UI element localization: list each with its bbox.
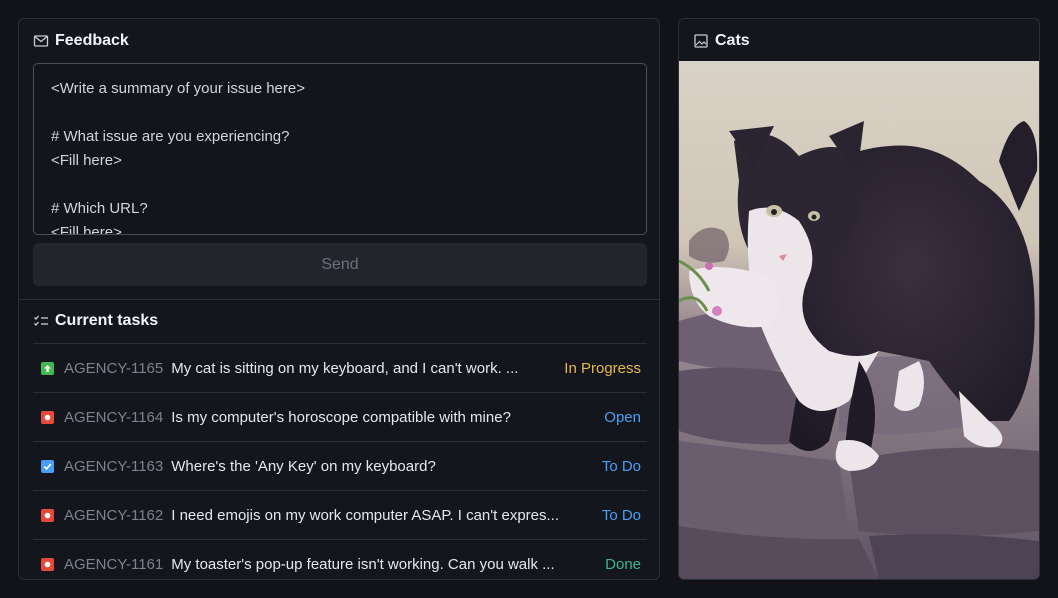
task-key: AGENCY-1164 <box>64 408 164 426</box>
cat-photo <box>679 61 1039 579</box>
bug-icon <box>41 508 54 522</box>
cats-panel: Cats <box>678 18 1040 580</box>
tasks-title: Current tasks <box>55 312 159 329</box>
task-list: AGENCY-1165 My cat is sitting on my keyb… <box>33 343 647 579</box>
bug-icon <box>41 410 54 424</box>
task-status: Open <box>604 408 641 426</box>
arrow-up-icon <box>41 361 54 375</box>
task-status: Done <box>605 555 641 573</box>
checklist-icon <box>34 315 48 326</box>
task-key: AGENCY-1163 <box>64 457 164 475</box>
mail-icon <box>33 35 49 47</box>
send-button[interactable]: Send <box>33 243 647 286</box>
task-status: In Progress <box>564 359 641 377</box>
cats-title: Cats <box>715 32 750 49</box>
task-key: AGENCY-1161 <box>64 555 164 573</box>
task-title[interactable]: Where's the 'Any Key' on my keyboard? <box>171 458 588 475</box>
task-title[interactable]: Is my computer's horoscope compatible wi… <box>171 409 590 426</box>
feedback-header: Feedback <box>33 31 129 51</box>
task-key: AGENCY-1165 <box>64 359 164 377</box>
divider <box>19 299 659 300</box>
task-title[interactable]: I need emojis on my work computer ASAP. … <box>171 507 588 524</box>
task-row[interactable]: AGENCY-1165 My cat is sitting on my keyb… <box>33 343 647 392</box>
task-row[interactable]: AGENCY-1164 Is my computer's horoscope c… <box>33 392 647 441</box>
task-title[interactable]: My toaster's pop-up feature isn't workin… <box>171 556 591 573</box>
task-title[interactable]: My cat is sitting on my keyboard, and I … <box>171 360 550 377</box>
task-row[interactable]: AGENCY-1162 I need emojis on my work com… <box>33 490 647 539</box>
task-status: To Do <box>601 506 641 524</box>
feedback-panel: Feedback <Write a summary of your issue … <box>18 18 660 580</box>
cats-header: Cats <box>693 31 750 51</box>
image-icon <box>694 34 708 48</box>
task-row[interactable]: AGENCY-1163 Where's the 'Any Key' on my … <box>33 441 647 490</box>
feedback-title: Feedback <box>55 32 129 49</box>
bug-icon <box>41 557 54 571</box>
task-key: AGENCY-1162 <box>64 506 164 524</box>
feedback-textarea[interactable]: <Write a summary of your issue here> # W… <box>33 63 647 235</box>
task-row[interactable]: AGENCY-1161 My toaster's pop-up feature … <box>33 539 647 579</box>
tasks-header: Current tasks <box>33 311 158 331</box>
task-status: To Do <box>601 457 641 475</box>
checkbox-icon <box>41 459 54 473</box>
